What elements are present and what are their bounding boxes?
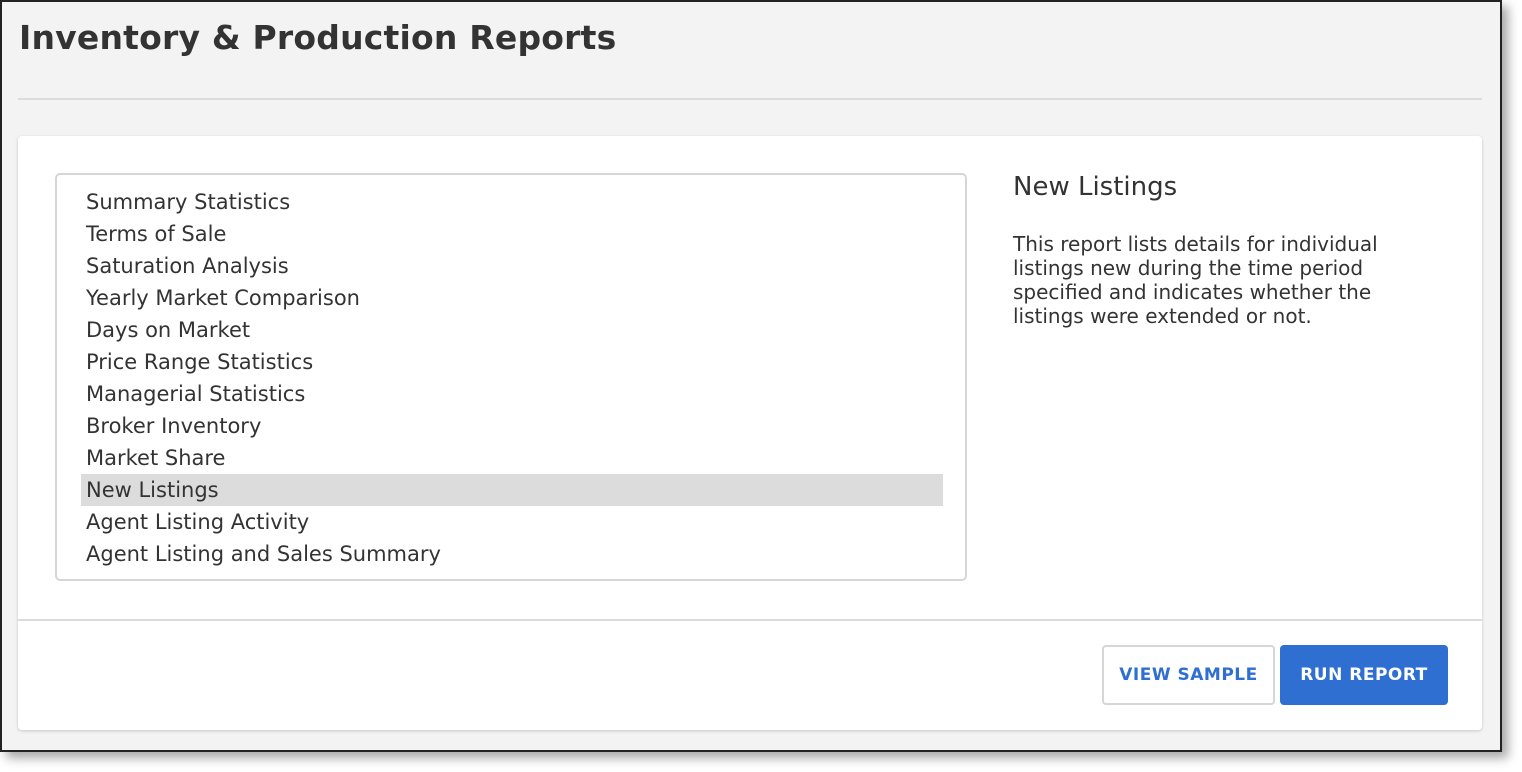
report-item-days-on-market[interactable]: Days on Market [81, 314, 943, 346]
report-item-managerial-statistics[interactable]: Managerial Statistics [81, 378, 943, 410]
report-item-broker-inventory[interactable]: Broker Inventory [81, 410, 943, 442]
report-item-yearly-market-comparison[interactable]: Yearly Market Comparison [81, 282, 943, 314]
report-item-summary-statistics[interactable]: Summary Statistics [81, 186, 943, 218]
report-detail-title: New Listings [1013, 172, 1178, 202]
page-title: Inventory & Production Reports [19, 18, 617, 57]
view-sample-button[interactable]: VIEW SAMPLE [1102, 645, 1275, 705]
app-window: Inventory & Production Reports Summary S… [0, 0, 1502, 752]
report-item-agent-listing-and-sales-summary[interactable]: Agent Listing and Sales Summary [81, 538, 943, 570]
report-item-market-share[interactable]: Market Share [81, 442, 943, 474]
report-listbox[interactable]: Summary Statistics Terms of Sale Saturat… [55, 173, 967, 581]
report-item-price-range-statistics[interactable]: Price Range Statistics [81, 346, 943, 378]
title-divider [18, 98, 1482, 100]
report-card: Summary Statistics Terms of Sale Saturat… [18, 136, 1482, 730]
report-detail-description: This report lists details for individual… [1013, 232, 1378, 328]
report-item-new-listings[interactable]: New Listings [81, 474, 943, 506]
report-item-agent-listing-activity[interactable]: Agent Listing Activity [81, 506, 943, 538]
run-report-button[interactable]: RUN REPORT [1280, 645, 1448, 705]
report-list: Summary Statistics Terms of Sale Saturat… [81, 186, 943, 570]
card-footer-divider [18, 619, 1482, 621]
report-item-terms-of-sale[interactable]: Terms of Sale [81, 218, 943, 250]
report-item-saturation-analysis[interactable]: Saturation Analysis [81, 250, 943, 282]
